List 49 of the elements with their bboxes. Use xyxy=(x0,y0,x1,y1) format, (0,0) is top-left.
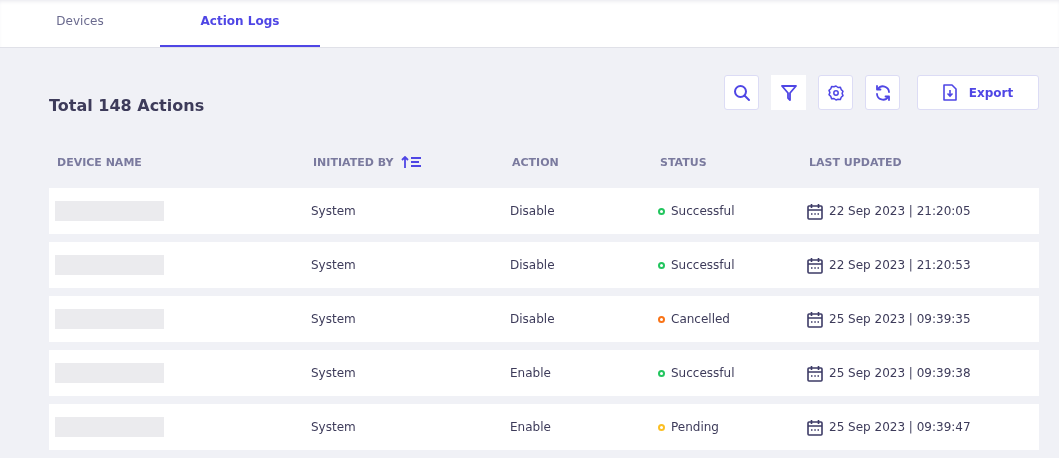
table-cell: Disable xyxy=(510,258,555,272)
table-cell: System xyxy=(311,258,356,272)
table-row[interactable]: System Disable Cancelled 25 Sep 2023 | 09:39:35 xyxy=(49,296,1039,342)
column-header[interactable]: DEVICE NAME xyxy=(57,155,142,169)
table-cell: Enable xyxy=(510,366,551,380)
calendar-icon xyxy=(807,256,823,274)
refresh-icon xyxy=(873,83,892,102)
table-cell: 22 Sep 2023 | 21:20:53 xyxy=(829,258,971,272)
column-header[interactable]: ACTION xyxy=(512,155,559,169)
table-cell: 22 Sep 2023 | 21:20:05 xyxy=(829,204,971,218)
calendar-icon xyxy=(807,202,823,220)
page-title: Total 148 Actions xyxy=(49,96,205,115)
table-row[interactable]: System Enable Pending 25 Sep 2023 | 09:39:47 xyxy=(49,404,1039,450)
search-icon xyxy=(732,83,751,102)
column-header[interactable]: INITIATED BY xyxy=(313,155,424,169)
status-text: Successful xyxy=(671,258,735,272)
settings-icon xyxy=(827,84,844,101)
table-cell: System xyxy=(311,204,356,218)
tab[interactable]: Action Logs xyxy=(160,0,320,47)
status-text: Pending xyxy=(671,420,719,434)
sort-ascending-icon xyxy=(401,156,424,168)
settings-button[interactable] xyxy=(818,75,853,110)
table-cell: Enable xyxy=(510,420,551,434)
calendar-icon xyxy=(807,418,823,436)
table-cell: 25 Sep 2023 | 09:39:35 xyxy=(829,312,971,326)
status-text: Cancelled xyxy=(671,312,730,326)
table-row[interactable]: System Disable Successful 22 Sep 2023 | 21:20:05 xyxy=(49,188,1039,234)
refresh-button[interactable] xyxy=(865,75,900,110)
export-button[interactable]: Export xyxy=(917,75,1039,110)
table-cell: 25 Sep 2023 | 09:39:47 xyxy=(829,420,971,434)
status-text: Successful xyxy=(671,366,735,380)
table-row[interactable]: System Enable Successful 25 Sep 2023 | 09:39:38 xyxy=(49,350,1039,396)
table-row[interactable]: System Disable Successful 22 Sep 2023 | 21:20:53 xyxy=(49,242,1039,288)
status-text: Successful xyxy=(671,204,735,218)
calendar-icon xyxy=(807,310,823,328)
file-download-icon xyxy=(942,84,957,101)
table-cell: Disable xyxy=(510,312,555,326)
tab[interactable]: Devices xyxy=(0,0,160,47)
table-cell: 25 Sep 2023 | 09:39:38 xyxy=(829,366,971,380)
filter-button[interactable] xyxy=(771,75,806,110)
calendar-icon xyxy=(807,364,823,382)
table-cell: Disable xyxy=(510,204,555,218)
table-cell: System xyxy=(311,420,356,434)
table-cell: System xyxy=(311,366,356,380)
column-header[interactable]: LAST UPDATED xyxy=(809,155,902,169)
column-header[interactable]: STATUS xyxy=(660,155,707,169)
filter-icon xyxy=(780,83,797,102)
table-cell: System xyxy=(311,312,356,326)
search-button[interactable] xyxy=(724,75,759,110)
